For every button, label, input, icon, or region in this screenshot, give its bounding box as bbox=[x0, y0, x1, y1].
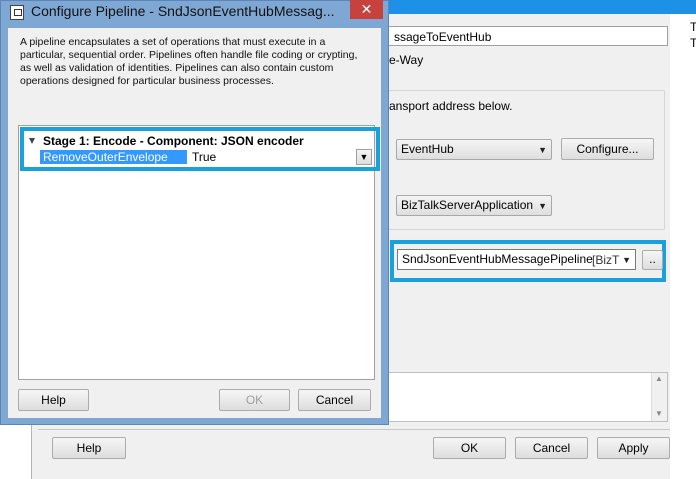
description-box[interactable]: ▲ ▼ bbox=[388, 372, 668, 422]
scroll-down-icon: ▼ bbox=[655, 409, 663, 418]
background-right-panel: T T bbox=[670, 14, 696, 479]
send-pipeline-value: SndJsonEventHubMessagePipeline bbox=[402, 252, 593, 266]
property-value[interactable]: True bbox=[189, 150, 374, 164]
description-line: particular, sequential order. Pipelines … bbox=[20, 49, 358, 61]
dialog-title: Configure Pipeline - SndJsonEventHubMess… bbox=[31, 3, 335, 19]
name-field[interactable]: ssageToEventHub bbox=[388, 26, 668, 46]
chevron-down-icon: ▼ bbox=[622, 254, 631, 265]
scroll-up-icon: ▲ bbox=[655, 374, 663, 383]
footer-divider bbox=[38, 429, 670, 430]
chevron-down-icon: ▼ bbox=[538, 144, 547, 155]
collapse-triangle-icon[interactable] bbox=[29, 138, 35, 144]
right-text-1: T bbox=[690, 20, 696, 34]
pipeline-config-button[interactable]: .. bbox=[642, 250, 663, 270]
dialog-cancel-button[interactable]: Cancel bbox=[298, 389, 371, 411]
stage-label: Stage 1: Encode - Component: JSON encode… bbox=[43, 134, 304, 148]
dialog-help-button[interactable]: Help bbox=[18, 389, 89, 411]
close-icon: ✕ bbox=[360, 1, 373, 17]
send-pipeline-select[interactable]: SndJsonEventHubMessagePipeline [BizT ▼ bbox=[397, 249, 636, 270]
background-apply-button[interactable]: Apply bbox=[597, 437, 670, 459]
chevron-down-icon: ▼ bbox=[538, 200, 547, 211]
chevron-down-icon: ▼ bbox=[359, 152, 369, 162]
background-cancel-button[interactable]: Cancel bbox=[515, 437, 588, 459]
transport-type-select[interactable]: EventHub ▼ bbox=[396, 139, 552, 160]
property-name[interactable]: RemoveOuterEnvelope bbox=[40, 150, 187, 164]
property-dropdown-button[interactable]: ▼ bbox=[356, 149, 372, 165]
configure-button[interactable]: Configure... bbox=[561, 138, 654, 160]
description-line: as well as validation of identities. Pip… bbox=[20, 62, 334, 74]
vertical-scrollbar[interactable]: ▲ ▼ bbox=[651, 373, 667, 421]
handler-value: BizTalkServerApplication bbox=[401, 198, 534, 212]
one-way-text: e-Way bbox=[389, 53, 424, 67]
name-field-value: ssageToEventHub bbox=[394, 30, 492, 44]
send-pipeline-suffix: [BizT bbox=[592, 253, 620, 267]
transport-instructions: ansport address below. bbox=[389, 99, 513, 113]
dialog-ok-button[interactable]: OK bbox=[219, 389, 290, 411]
background-ok-button[interactable]: OK bbox=[433, 437, 506, 459]
right-text-2: T bbox=[690, 36, 696, 50]
close-button[interactable]: ✕ bbox=[350, 0, 383, 19]
description-line: A pipeline encapsulates a set of operati… bbox=[20, 36, 326, 48]
description-line: operations designed for particular busin… bbox=[20, 75, 274, 87]
window-icon bbox=[10, 5, 24, 20]
background-help-button[interactable]: Help bbox=[52, 437, 126, 459]
transport-type-value: EventHub bbox=[401, 142, 454, 156]
handler-select[interactable]: BizTalkServerApplication ▼ bbox=[396, 195, 552, 216]
pipeline-description: A pipeline encapsulates a set of operati… bbox=[20, 36, 365, 88]
